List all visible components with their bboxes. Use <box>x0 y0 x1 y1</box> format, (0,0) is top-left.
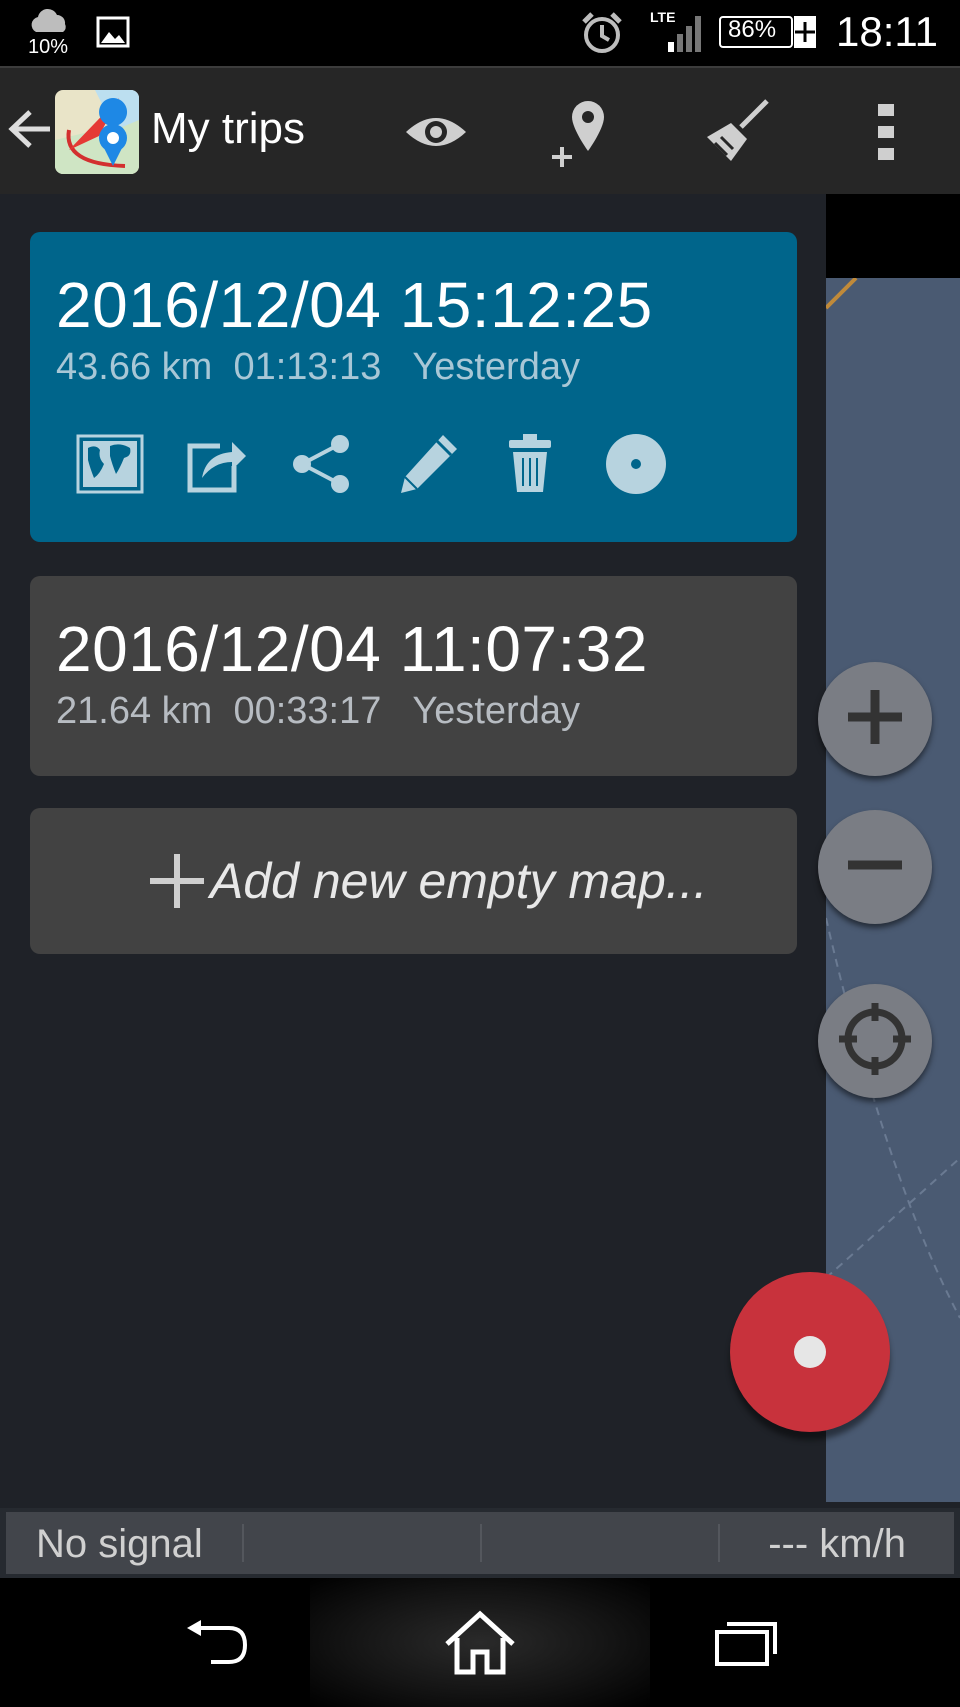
minus-icon <box>840 830 910 905</box>
record-icon <box>794 1336 826 1368</box>
trip-duration: 00:33:17 <box>233 690 382 732</box>
zoom-in-button[interactable] <box>818 662 932 776</box>
trip-distance: 43.66 km <box>56 346 213 388</box>
cell-signal-icon: LTE <box>650 8 704 54</box>
target-icon[interactable] <box>600 428 672 500</box>
cloud-icon: 10% <box>28 8 72 60</box>
add-new-map-button[interactable]: Add new empty map... <box>30 808 797 954</box>
crosshair-icon <box>835 999 915 1084</box>
gps-signal-status: No signal <box>36 1522 203 1566</box>
home-icon[interactable] <box>440 1608 520 1678</box>
trip-distance: 21.64 km <box>56 690 213 732</box>
export-icon[interactable] <box>180 428 252 500</box>
add-map-label: Add new empty map... <box>210 853 708 909</box>
info-bar: No signal --- km/h <box>0 1502 960 1578</box>
plus-icon <box>840 682 910 757</box>
plus-icon <box>146 850 208 912</box>
page-title: My trips <box>151 104 305 153</box>
trip-duration: 01:13:13 <box>233 346 382 388</box>
status-bar: 10% LTE 86% 18:11 <box>0 0 960 66</box>
trash-icon[interactable] <box>494 428 566 500</box>
divider <box>718 1524 720 1562</box>
map-icon[interactable] <box>74 428 146 500</box>
add-location-icon[interactable] <box>542 92 622 172</box>
image-icon <box>96 16 130 48</box>
app-logo[interactable] <box>55 90 139 174</box>
clock: 18:11 <box>836 8 938 55</box>
trip-date: 2016/12/04 15:12:25 <box>56 269 653 341</box>
trip-card[interactable]: 2016/12/04 15:12:25 43.66 km 01:13:13 Ye… <box>30 232 797 542</box>
info-bar-inner: No signal --- km/h <box>6 1512 954 1574</box>
eye-icon[interactable] <box>396 92 476 172</box>
navigation-bar <box>0 1578 960 1707</box>
speed-readout: --- km/h <box>768 1522 906 1566</box>
battery-percent: 86% <box>728 16 777 43</box>
weather-percent: 10% <box>28 36 69 58</box>
action-bar: My trips <box>0 66 960 194</box>
trip-actions <box>74 428 774 500</box>
divider <box>242 1524 244 1562</box>
locate-button[interactable] <box>818 984 932 1098</box>
battery-icon: 86% <box>718 14 818 50</box>
edit-icon[interactable] <box>392 428 464 500</box>
trip-meta: 43.66 km 01:13:13 Yesterday <box>56 346 580 389</box>
broom-icon[interactable] <box>696 92 776 172</box>
trip-when: Yesterday <box>412 346 580 388</box>
share-icon[interactable] <box>286 428 358 500</box>
trip-date: 2016/12/04 11:07:32 <box>56 613 648 685</box>
trip-when: Yesterday <box>412 690 580 732</box>
recents-icon[interactable] <box>706 1608 786 1678</box>
zoom-out-button[interactable] <box>818 810 932 924</box>
record-button[interactable] <box>730 1272 890 1432</box>
nav-back-icon[interactable] <box>176 1608 256 1678</box>
trip-card[interactable]: 2016/12/04 11:07:32 21.64 km 00:33:17 Ye… <box>30 576 797 776</box>
divider <box>480 1524 482 1562</box>
arrow-back-icon[interactable] <box>6 104 54 154</box>
trip-meta: 21.64 km 00:33:17 Yesterday <box>56 690 580 733</box>
alarm-clock-icon <box>580 10 624 56</box>
more-vertical-icon[interactable] <box>846 92 926 172</box>
svg-text:LTE: LTE <box>650 9 675 25</box>
